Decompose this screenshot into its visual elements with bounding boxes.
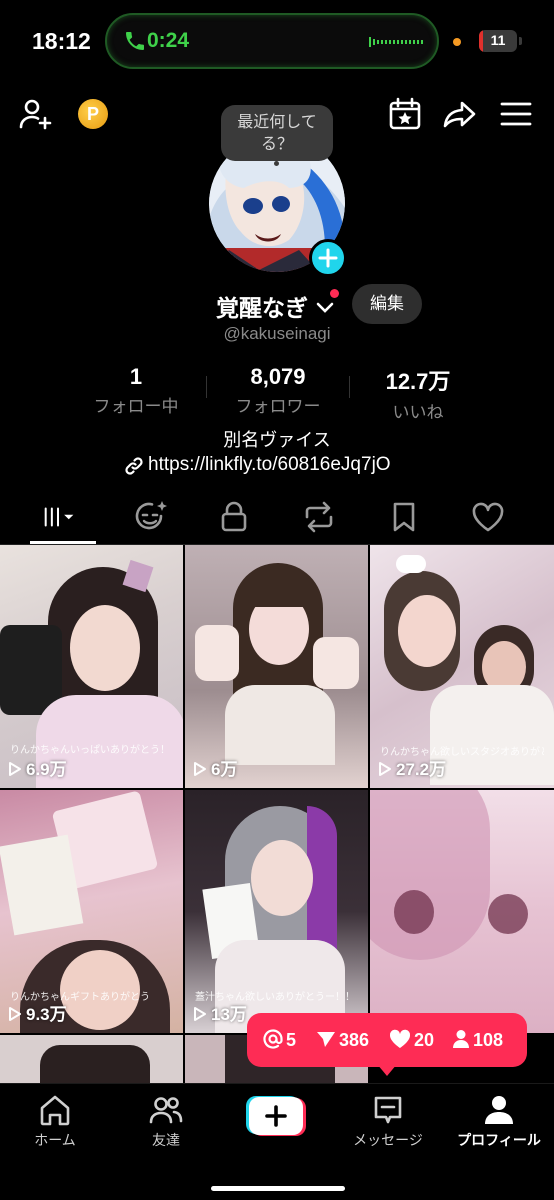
video-tile[interactable]: [370, 790, 554, 1033]
nav-home[interactable]: ホーム: [0, 1092, 110, 1150]
privacy-indicator-dot: [453, 38, 461, 46]
menu-icon[interactable]: [498, 96, 534, 132]
edit-profile-button[interactable]: 編集: [352, 284, 422, 324]
heart-icon: [472, 502, 504, 532]
mentions-count: 5: [263, 1029, 296, 1051]
add-story-button[interactable]: [309, 239, 347, 277]
home-icon: [40, 1095, 70, 1126]
battery-percent: 11: [490, 32, 506, 48]
add-friend-icon[interactable]: [18, 96, 54, 132]
likes-stat[interactable]: 12.7万 いいね: [370, 364, 466, 423]
following-label: フォロー中: [93, 397, 179, 417]
play-icon: [9, 1007, 21, 1021]
following-stat[interactable]: 1 フォロー中: [88, 364, 184, 417]
status-bubble[interactable]: 最近何して る？: [221, 105, 333, 161]
stat-divider: [349, 376, 350, 398]
likes-count: 12.7万: [385, 369, 451, 394]
battery-tip: [519, 37, 522, 45]
bio-text: 別名ヴァイス: [223, 430, 331, 451]
nav-friends-label: 友達: [152, 1133, 180, 1149]
video-tile[interactable]: 蓋汁ちゃん欲しいありがとうー！！ 13万: [185, 790, 368, 1033]
video-tile[interactable]: りんかちゃんギフトありがとう 9.3万: [0, 790, 183, 1033]
likes-label: いいね: [392, 403, 444, 423]
profile-link-text: https://linkfly.to/60816eJq7jO: [148, 454, 391, 475]
followers-count: 8,079: [250, 364, 306, 389]
lock-icon: [221, 501, 247, 532]
status-bubble-tail: [274, 161, 279, 166]
view-count: 6万: [193, 755, 237, 780]
video-tile[interactable]: [0, 1035, 183, 1083]
battery-indicator: 11: [479, 30, 517, 52]
view-count: 13万: [193, 1000, 247, 1025]
play-icon: [379, 762, 391, 776]
following-count: 1: [129, 364, 143, 389]
video-tile[interactable]: 6万: [185, 545, 368, 788]
video-tile[interactable]: りんかちゃんいっぱいありがとう！ 6.9万: [0, 545, 183, 788]
face-sparkle-icon: [135, 501, 167, 530]
video-tile[interactable]: りんかちゃん欲しいスタジオありがとう！ 27.2万: [370, 545, 554, 788]
dynamic-island-call[interactable]: 0:24: [105, 13, 439, 69]
tab-reposts[interactable]: [299, 497, 339, 537]
message-icon: [374, 1096, 402, 1124]
send-icon: [317, 1032, 335, 1047]
status-bar: 18:12 0:24 11: [0, 0, 554, 84]
tab-favorites[interactable]: [384, 497, 424, 537]
nav-inbox-label: メッセージ: [353, 1133, 423, 1149]
nav-profile-label: プロフィール: [457, 1133, 541, 1149]
person-icon: [453, 1030, 469, 1048]
tab-private[interactable]: [214, 497, 254, 537]
friends-icon: [149, 1097, 183, 1124]
stat-divider: [206, 376, 207, 398]
status-time: 18:12: [32, 28, 91, 54]
tab-avatar-posts[interactable]: [131, 497, 171, 537]
coin-icon[interactable]: P: [78, 99, 108, 129]
link-icon: [125, 457, 143, 475]
view-count: 27.2万: [378, 755, 446, 780]
play-icon: [194, 762, 206, 776]
bottom-nav: ホーム 友達 メッセージ プロフィール: [0, 1083, 554, 1200]
likes-activity-count: 20: [389, 1029, 434, 1051]
play-icon: [9, 762, 21, 776]
display-name-text: 覚醒なぎ: [216, 296, 308, 322]
notification-dot: [330, 289, 339, 298]
view-count: 9.3万: [8, 1000, 67, 1025]
create-button[interactable]: [246, 1096, 306, 1136]
display-name[interactable]: 覚醒なぎ: [216, 289, 334, 323]
tab-videos[interactable]: [38, 497, 78, 537]
plus-icon: [318, 248, 338, 268]
nav-friends[interactable]: 友達: [111, 1092, 221, 1150]
activity-notification[interactable]: 5 386 20 108: [247, 1013, 527, 1067]
at-icon: [263, 1029, 283, 1049]
new-followers-count: 108: [452, 1029, 503, 1051]
phone-icon: [126, 32, 144, 50]
video-caption: りんかちゃんいっぱいありがとう！: [10, 745, 170, 756]
shares-count: 386: [316, 1029, 369, 1051]
calendar-star-icon[interactable]: [387, 96, 423, 132]
heart-filled-icon: [389, 1029, 411, 1048]
repost-icon: [305, 501, 333, 533]
chevron-down-icon: [316, 302, 334, 313]
nav-profile[interactable]: プロフィール: [444, 1092, 554, 1150]
play-icon: [194, 1007, 206, 1021]
profile-icon: [485, 1096, 513, 1124]
audio-wave-icon: [369, 37, 423, 47]
followers-label: フォロワー: [235, 397, 321, 417]
home-indicator: [211, 1186, 345, 1191]
activity-notification-tail: [377, 1064, 397, 1076]
followers-stat[interactable]: 8,079 フォロワー: [226, 364, 330, 417]
grid-icon: [44, 507, 74, 527]
view-count: 6.9万: [8, 755, 67, 780]
tab-liked[interactable]: [468, 497, 508, 537]
nav-home-label: ホーム: [34, 1133, 76, 1149]
bookmark-icon: [393, 502, 415, 532]
call-timer: 0:24: [147, 29, 190, 52]
user-handle: @kakuseinagi: [223, 324, 331, 343]
share-icon[interactable]: [442, 96, 478, 132]
nav-inbox[interactable]: メッセージ: [333, 1092, 443, 1150]
